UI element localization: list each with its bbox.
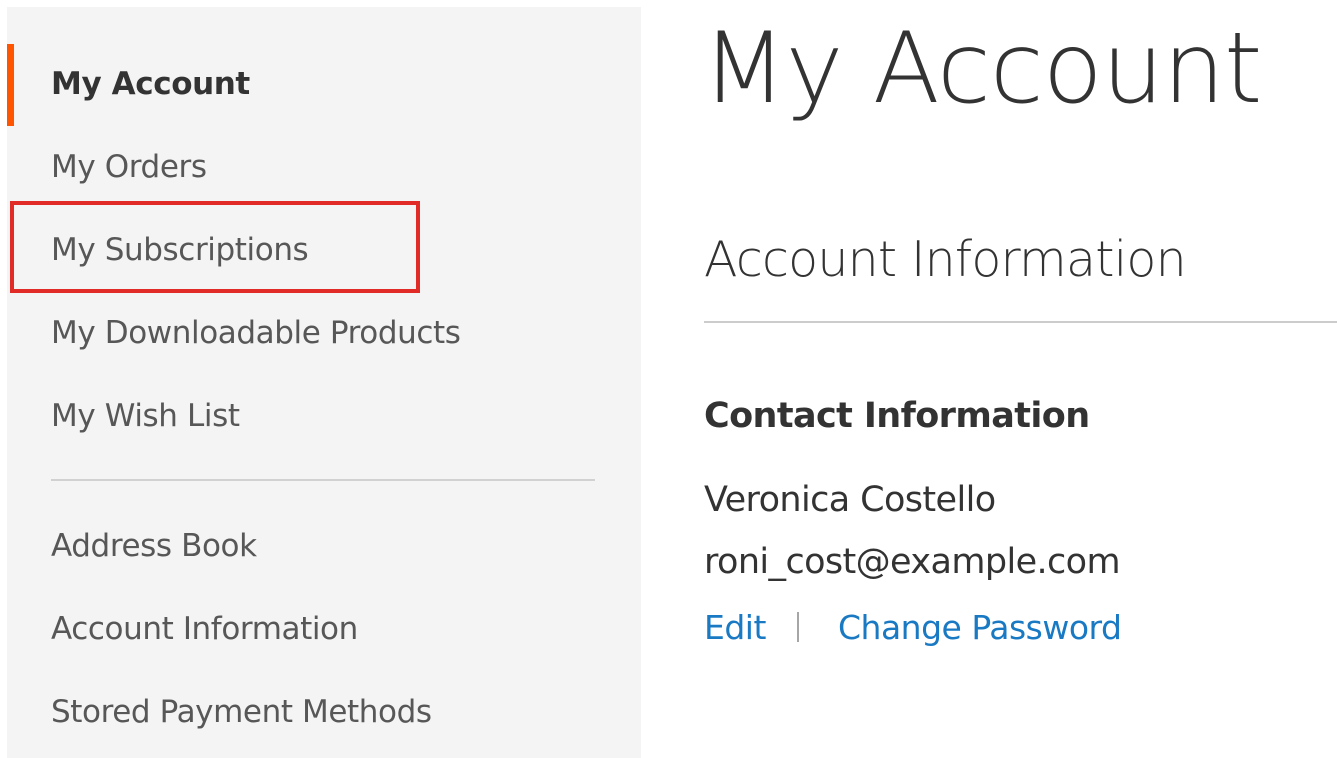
contact-information-title: Contact Information [704,396,1090,436]
sidebar-item-my-downloadable-products[interactable]: My Downloadable Products [51,313,461,353]
sidebar-item-account-information[interactable]: Account Information [51,609,358,649]
change-password-link[interactable]: Change Password [838,606,1122,650]
sidebar-item-my-orders[interactable]: My Orders [51,147,207,187]
sidebar-item-my-subscriptions[interactable]: My Subscriptions [51,230,309,270]
page-title: My Account [702,12,1262,126]
sidebar-item-address-book[interactable]: Address Book [51,526,257,566]
sidebar-item-my-wish-list[interactable]: My Wish List [51,396,240,436]
edit-link[interactable]: Edit [704,606,766,650]
sidebar-divider [51,479,595,481]
account-information-heading: Account Information [704,231,1187,288]
link-separator [797,612,799,642]
active-item-indicator [7,44,14,126]
contact-email: roni_cost@example.com [704,542,1121,582]
sidebar-item-stored-payment-methods[interactable]: Stored Payment Methods [51,692,432,732]
account-sidebar: My Account My Orders My Subscriptions My… [7,7,641,758]
contact-name: Veronica Costello [704,480,996,520]
block-title-divider [704,321,1337,323]
sidebar-item-my-account: My Account [51,66,250,102]
page: My Account My Orders My Subscriptions My… [0,0,1337,758]
